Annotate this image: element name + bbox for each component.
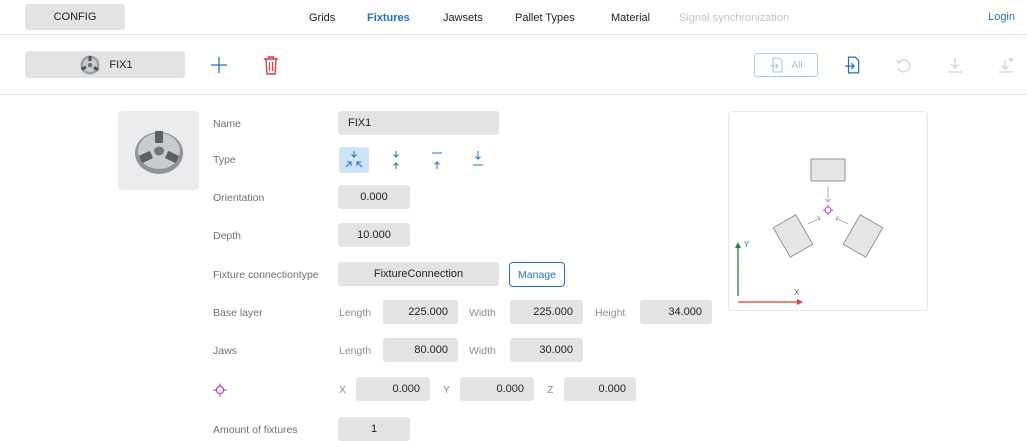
fixture-connection-label: Fixture connectiontype	[213, 269, 319, 281]
trash-icon[interactable]	[260, 53, 282, 77]
name-input[interactable]: FIX1	[338, 111, 499, 135]
fixture-preview: Y X	[728, 111, 928, 311]
depth-label: Depth	[213, 230, 242, 242]
base-layer-label: Base layer	[213, 307, 263, 319]
base-length-label: Length	[339, 307, 372, 319]
download-plus-icon[interactable]	[995, 54, 1017, 76]
origin-y-input[interactable]: 0.000	[460, 377, 534, 401]
preview-jaw-left	[772, 214, 814, 258]
fixture-connection-select[interactable]: FixtureConnection	[338, 262, 499, 286]
base-width-input[interactable]: 225.000	[510, 300, 583, 324]
preview-origin-icon	[823, 205, 833, 215]
preview-y-label: Y	[744, 240, 750, 249]
base-height-label: Height	[595, 307, 626, 319]
nav-jawsets[interactable]: Jawsets	[443, 12, 483, 24]
jaws-length-input[interactable]: 80.000	[383, 338, 458, 362]
chuck-thumbnail-icon	[80, 55, 100, 74]
amount-of-fixtures-label: Amount of fixtures	[213, 424, 298, 436]
import-all-icon	[770, 57, 783, 73]
add-icon[interactable]	[208, 54, 230, 76]
type-down-icon[interactable]	[463, 147, 493, 173]
origin-z-input[interactable]: 0.000	[564, 377, 636, 401]
jaws-label: Jaws	[213, 345, 237, 357]
base-height-input[interactable]: 34.000	[640, 300, 712, 324]
type-up-icon[interactable]	[422, 147, 452, 173]
fixture-image	[118, 111, 199, 190]
amount-of-fixtures-input[interactable]: 1	[338, 417, 410, 441]
origin-crosshair-icon	[213, 383, 227, 397]
jaws-width-label: Width	[469, 345, 496, 357]
nav-grids[interactable]: Grids	[309, 12, 335, 24]
nav-signal-synchronization[interactable]: Signal synchronization	[679, 12, 789, 24]
fixture-selector[interactable]: FIX1	[25, 51, 185, 78]
top-bar: CONFIG Grids Fixtures Jawsets Pallet Typ…	[0, 0, 1027, 35]
origin-y-label: Y	[443, 384, 451, 396]
fixture-preview-drawing: Y X	[735, 158, 884, 305]
type-up-down-icon[interactable]	[381, 147, 411, 173]
preview-x-label: X	[794, 288, 800, 297]
undo-icon[interactable]	[893, 54, 915, 76]
origin-x-input[interactable]: 0.000	[356, 377, 430, 401]
import-icon[interactable]	[842, 54, 864, 76]
import-all-button[interactable]: All	[754, 53, 818, 77]
origin-z-label: Z	[547, 384, 554, 396]
jaws-length-label: Length	[339, 345, 372, 357]
origin-x-label: X	[339, 384, 347, 396]
download-icon[interactable]	[944, 54, 966, 76]
depth-input[interactable]: 10.000	[338, 223, 410, 247]
jaws-width-input[interactable]: 30.000	[510, 338, 583, 362]
name-label: Name	[213, 118, 242, 130]
nav-pallet-types[interactable]: Pallet Types	[515, 12, 575, 24]
selected-fixture-name: FIX1	[109, 58, 133, 71]
nav-fixtures[interactable]: Fixtures	[367, 12, 410, 24]
login-link[interactable]: Login	[988, 11, 1015, 23]
type-label: Type	[213, 154, 236, 166]
nav-material[interactable]: Material	[611, 12, 650, 24]
preview-jaw-right	[842, 214, 884, 258]
fixture-toolbar: FIX1 All	[0, 36, 1027, 95]
type-inward-icon[interactable]	[339, 147, 369, 173]
config-button[interactable]: CONFIG	[25, 4, 125, 30]
chuck-image-icon	[134, 130, 183, 174]
preview-jaw-top	[810, 158, 846, 182]
base-width-label: Width	[469, 307, 496, 319]
orientation-input[interactable]: 0.000	[338, 185, 410, 209]
orientation-label: Orientation	[213, 192, 265, 204]
base-length-input[interactable]: 225.000	[383, 300, 458, 324]
manage-button[interactable]: Manage	[509, 262, 565, 287]
import-all-label: All	[791, 59, 803, 71]
